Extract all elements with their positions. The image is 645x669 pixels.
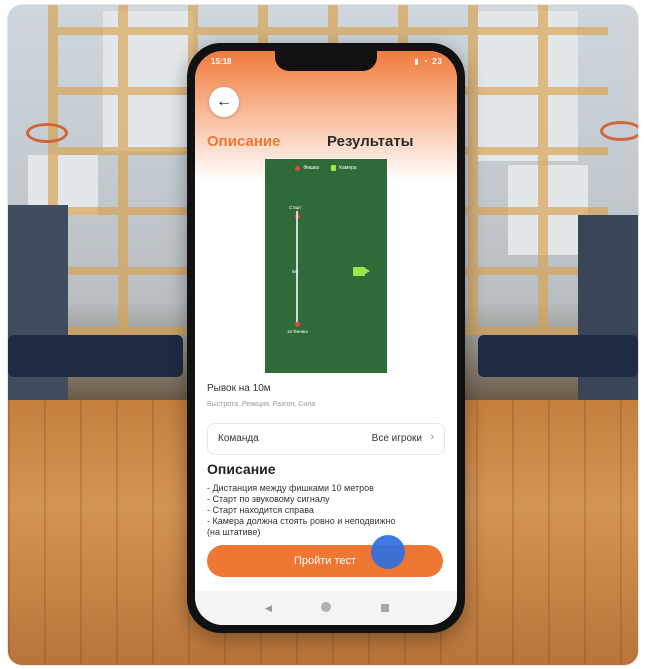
legend-cone-label: Фишка	[303, 165, 320, 171]
status-icons: ▮ ◔ 23	[414, 57, 443, 66]
tab-description[interactable]: Описание	[207, 133, 280, 150]
cone-icon	[295, 165, 301, 171]
touch-indicator	[371, 535, 405, 569]
nav-recent-icon[interactable]	[381, 604, 389, 612]
list-item: - Старт по звуковому сигналу	[207, 494, 330, 504]
test-title: Рывок на 10м	[207, 383, 271, 394]
basketball-hoop-icon	[600, 121, 638, 141]
start-test-button[interactable]: Пройти тест	[207, 545, 443, 577]
legend-camera-label: Камера	[339, 165, 357, 171]
list-item: (на штативе)	[207, 527, 261, 537]
legend-cone: Фишка	[295, 165, 319, 171]
status-time: 15:18	[211, 57, 232, 66]
phone-frame: 15:18 ▮ ◔ 23 ← Описание Результаты Фишка…	[187, 43, 465, 633]
chevron-right-icon: ›	[430, 431, 434, 443]
list-item: - Старт находится справа	[207, 505, 314, 515]
bleacher-seats	[478, 335, 638, 377]
team-selector[interactable]: Команда Все игроки ›	[207, 423, 445, 455]
list-item: - Камера должна стоять ровно и неподвижн…	[207, 516, 396, 526]
mark-finish: 10 Финиш	[287, 329, 308, 334]
camera-icon	[331, 165, 337, 171]
phone-screen: 15:18 ▮ ◔ 23 ← Описание Результаты Фишка…	[195, 51, 457, 625]
battery-level: 23	[432, 57, 443, 66]
cone-icon	[294, 322, 300, 327]
field-diagram: Фишка Камера Старт 5м 10 Финиш	[265, 159, 387, 373]
bleacher-seats	[8, 335, 183, 377]
team-selector-label: Команда	[218, 433, 259, 444]
mark-start: Старт	[289, 205, 302, 210]
nav-back-icon[interactable]: ◀	[265, 603, 272, 614]
legend-camera: Камера	[331, 165, 357, 171]
description-list: - Дистанция между фишками 10 метров - Ст…	[207, 483, 447, 538]
nav-home-icon[interactable]	[321, 602, 331, 612]
field-legend: Фишка Камера	[265, 165, 387, 171]
list-item: - Дистанция между фишками 10 метров	[207, 483, 374, 493]
tab-bar: Описание Результаты	[207, 133, 447, 157]
phone-notch	[275, 51, 377, 71]
basketball-hoop-icon	[26, 123, 68, 143]
test-tags: Быстрота, Реакция, Разгон, Сила	[207, 401, 316, 408]
back-button[interactable]: ←	[209, 87, 239, 117]
tab-results[interactable]: Результаты	[327, 133, 413, 150]
arrow-left-icon: ←	[216, 93, 232, 110]
camera-icon	[353, 267, 370, 276]
description-title: Описание	[207, 461, 276, 477]
mark-middle: 5м	[292, 269, 298, 274]
team-selector-value: Все игроки	[371, 433, 422, 444]
system-nav-bar: ◀	[195, 591, 457, 625]
